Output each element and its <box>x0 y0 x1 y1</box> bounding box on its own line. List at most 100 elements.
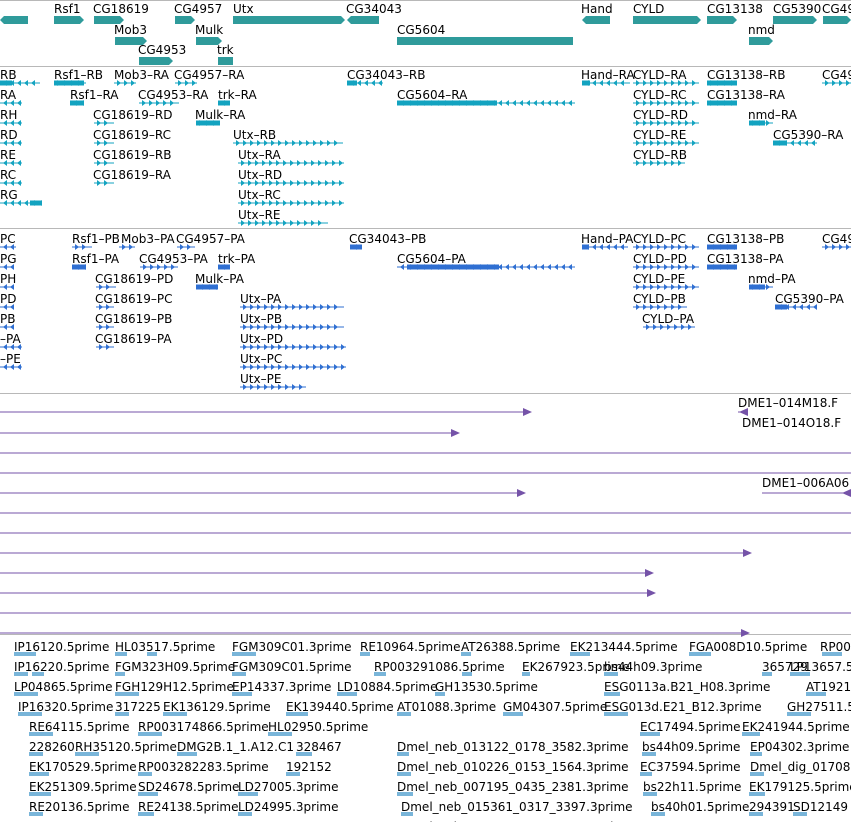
ests-label-dmel-neb-013122-0178-3582-3prime[interactable]: Dmel_neb_013122_0178_3582.3prime <box>397 740 629 754</box>
est-bar-1-6[interactable] <box>522 672 530 676</box>
protein-model-mob3-pa[interactable] <box>116 242 138 252</box>
protein-model-cg18619-pa[interactable] <box>93 342 117 352</box>
protein-model-hand-pa[interactable] <box>579 242 631 252</box>
est-bar-6-3[interactable] <box>397 772 411 776</box>
gene-bar-mob3[interactable] <box>111 35 151 47</box>
est-bar-6-2[interactable] <box>286 772 300 776</box>
est-bar-8-1[interactable] <box>138 812 154 816</box>
clone-line-13[interactable] <box>0 608 851 618</box>
ests-label-hl03517-5prime[interactable]: HL03517.5prime <box>115 640 215 654</box>
transcript-model-utx-rc[interactable] <box>235 198 347 208</box>
est-bar-0-6[interactable] <box>570 652 590 656</box>
protein-model-cg18619-pb[interactable] <box>93 322 117 332</box>
ests-label-esg0113a-b21-h08-3prime[interactable]: ESG0113a.B21_H08.3prime <box>604 680 770 694</box>
est-bar-0-3[interactable] <box>232 652 256 656</box>
est-bar-1-5[interactable] <box>462 672 472 676</box>
est-bar-6-4[interactable] <box>640 772 652 776</box>
est-bar-5-5[interactable] <box>642 752 656 756</box>
ests-label-at26388-5prime[interactable]: AT26388.5prime <box>461 640 560 654</box>
protein-model-cg4957-pa[interactable] <box>174 242 198 252</box>
transcript-model-mulk-ra[interactable] <box>193 118 223 128</box>
est-bar-5-4[interactable] <box>397 752 409 756</box>
gene-bar-cg4953[interactable] <box>135 55 177 67</box>
transcript-model-cg18619-rc[interactable] <box>91 138 117 148</box>
genome-browser-viewport[interactable]: Rsf1 CG18619 CG4957 Utx CG34043 Hand CYLD CG131… <box>0 0 851 822</box>
est-bar-2-4[interactable] <box>435 692 445 696</box>
clone-line-4[interactable] <box>0 448 851 458</box>
est-bar-4-4[interactable] <box>742 732 760 736</box>
ests-label-bs44h09-5prime[interactable]: bs44h09.5prime <box>642 740 740 754</box>
protein-model-utx-pb[interactable] <box>237 322 347 332</box>
transcript-model-cg13138-ra[interactable] <box>704 98 740 108</box>
protein-model-pd-left[interactable] <box>0 302 17 312</box>
ests-label-ld24995-3prime[interactable]: LD24995.3prime <box>238 800 339 814</box>
ests-label-ip16220-5prime[interactable]: IP16220.5prime <box>14 660 109 674</box>
est-bar-0-7[interactable] <box>689 652 711 656</box>
ests-label-re10964-5prime[interactable]: RE10964.5prime <box>360 640 461 654</box>
gene-bar-cg18619[interactable] <box>90 14 128 26</box>
transcript-model-rsf1-rb[interactable] <box>51 78 89 88</box>
ests-label-bs40h01-5prime[interactable]: bs40h01.5prime <box>651 800 749 814</box>
transcript-model-cyld-ra[interactable] <box>630 78 702 88</box>
protein-model-cg13138-pa[interactable] <box>704 262 740 272</box>
transcript-model-hand-ra[interactable] <box>579 78 633 88</box>
transcript-model-cg4953-ra[interactable] <box>136 98 182 108</box>
est-bar-8-3[interactable] <box>401 812 413 816</box>
transcript-model-cg5390-ra[interactable] <box>770 138 820 148</box>
protein-model-mulk-pa[interactable] <box>193 282 221 292</box>
transcript-model-utx-rb[interactable] <box>230 138 346 148</box>
gene-bar-cg13138[interactable] <box>703 14 741 26</box>
transcript-model-cg18619-ra[interactable] <box>91 178 117 188</box>
protein-model-rsf1-pa[interactable] <box>69 262 89 272</box>
clone-line-9[interactable] <box>0 528 851 538</box>
est-bar-4-1[interactable] <box>138 732 162 736</box>
est-bar-8-5[interactable] <box>749 812 763 816</box>
transcript-model-re-left[interactable] <box>0 158 25 168</box>
transcript-model-rc-left[interactable] <box>0 178 25 188</box>
transcript-model-cyld-rc[interactable] <box>630 98 702 108</box>
ests-label-re20136-5prime[interactable]: RE20136.5prime <box>29 800 130 814</box>
protein-model-cyld-pa[interactable] <box>640 322 698 332</box>
transcript-model-cyld-re[interactable] <box>630 138 702 148</box>
gene-bar-cg5604[interactable] <box>393 35 577 47</box>
gene-bar-trk[interactable] <box>214 55 237 67</box>
est-bar-8-6[interactable] <box>793 812 807 816</box>
clone-line-5[interactable] <box>0 468 851 478</box>
ests-label-rp003291086-5prime[interactable]: RP003291086.5prime <box>374 660 505 674</box>
est-bar-5-3[interactable] <box>296 752 312 756</box>
ests-label-bs44h09-3prime[interactable]: bs44h09.3prime <box>604 660 702 674</box>
transcript-model-rd-left[interactable] <box>0 138 25 148</box>
protein-model-rsf1-pb[interactable] <box>69 242 95 252</box>
est-bar-2-2[interactable] <box>232 692 252 696</box>
transcript-model-utx-re[interactable] <box>235 218 331 228</box>
est-bar-2-5[interactable] <box>604 692 620 696</box>
ests-label-at01088-3prime[interactable]: AT01088.3prime <box>397 700 496 714</box>
protein-model-utx-pc[interactable] <box>237 362 349 372</box>
est-bar-0-1[interactable] <box>115 652 127 656</box>
ests-label-gh13530-5prime[interactable]: GH13530.5prime <box>435 680 538 694</box>
est-bar-1-4[interactable] <box>374 672 386 676</box>
clone-line-2[interactable] <box>738 407 758 417</box>
est-bar-3-7[interactable] <box>787 712 811 716</box>
ests-label-ec37594-5prime[interactable]: EC37594.5prime <box>640 760 741 774</box>
est-bar-0-4[interactable] <box>360 652 370 656</box>
protein-model-cyld-pb[interactable] <box>630 302 690 312</box>
ests-label-dmel-dig-01708[interactable]: Dmel_dig_01708 <box>750 760 850 774</box>
transcript-model-cg18619-rb[interactable] <box>91 158 117 168</box>
est-bar-5-6[interactable] <box>750 752 762 756</box>
protein-model-utx-pe[interactable] <box>237 382 309 392</box>
protein-model-utx-pa[interactable] <box>237 302 347 312</box>
protein-model-cg13138-pb[interactable] <box>704 242 740 252</box>
transcript-model-rh-left[interactable] <box>0 118 25 128</box>
protein-model-cg5604-pa[interactable] <box>394 262 578 272</box>
transcript-model-cg18619-rd[interactable] <box>91 118 117 128</box>
est-bar-7-0[interactable] <box>29 792 51 796</box>
gene-bar-utx[interactable] <box>229 14 349 26</box>
est-bar-8-0[interactable] <box>29 812 43 816</box>
est-bar-6-1[interactable] <box>138 772 152 776</box>
ests-label-dmel-neb-010226-0153-1564-3prime[interactable]: Dmel_neb_010226_0153_1564.3prime <box>397 760 629 774</box>
protein-model-pb-left[interactable] <box>0 322 17 332</box>
est-bar-0-0[interactable] <box>14 652 36 656</box>
est-bar-3-4[interactable] <box>397 712 411 716</box>
clone-line-8[interactable] <box>0 508 851 518</box>
